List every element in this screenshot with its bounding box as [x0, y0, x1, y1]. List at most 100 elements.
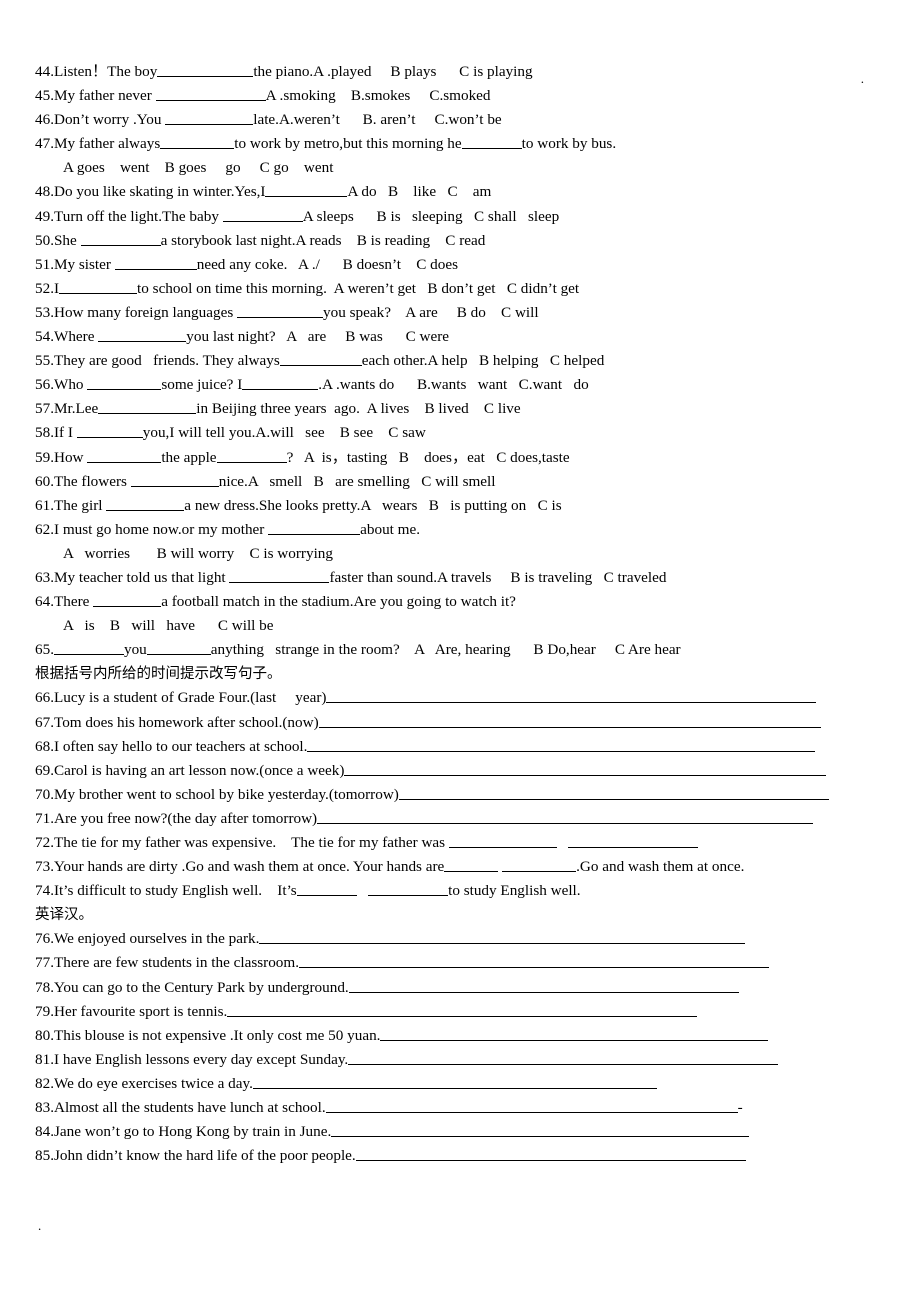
question-text: 85.John didn’t know the hard life of the…	[35, 1147, 356, 1165]
question-text: 67.Tom does his homework after school.(n…	[35, 713, 319, 731]
question-text: 英译汉。	[35, 907, 93, 924]
answer-blank[interactable]	[296, 881, 357, 897]
question-text: 66.Lucy is a student of Grade Four.(last…	[35, 689, 327, 707]
section-heading: 根据括号内所给的时间提示改写句子。	[35, 662, 865, 686]
question-text: 65.	[35, 641, 54, 659]
question-line: 66.Lucy is a student of Grade Four.(last…	[35, 686, 865, 710]
section-heading: 英译汉。	[35, 903, 865, 927]
answer-blank[interactable]	[268, 520, 361, 535]
answer-blank[interactable]	[348, 978, 739, 993]
answer-blank[interactable]	[502, 857, 577, 873]
question-line: 50.She a storybook last night.A reads B …	[35, 229, 865, 253]
answer-blank[interactable]	[229, 568, 330, 583]
answer-blank[interactable]	[448, 833, 557, 848]
answer-blank[interactable]	[216, 448, 287, 463]
answer-blank[interactable]	[461, 134, 522, 150]
question-line: A is B will have C will be	[35, 614, 865, 638]
answer-blank[interactable]	[568, 833, 699, 848]
question-text: need any coke. A ./ B doesn’t C does	[196, 255, 458, 273]
question-line: 70.My brother went to school by bike yes…	[35, 783, 865, 807]
question-line: 47.My father always to work by metro,but …	[35, 132, 865, 156]
question-text: 56.Who	[35, 376, 88, 394]
question-text: a storybook last night.A reads B is read…	[160, 231, 486, 249]
question-text: a new dress.She looks pretty.A wears B i…	[184, 496, 562, 514]
answer-blank[interactable]	[318, 713, 821, 728]
worksheet-content: 44.Listen！The boy the piano.A .played B p…	[35, 60, 865, 1168]
answer-blank[interactable]	[299, 953, 770, 969]
answer-blank[interactable]	[279, 351, 362, 367]
question-text: A is B will have C will be	[63, 617, 274, 635]
question-text: 62.I must go home now.or my mother	[35, 520, 269, 538]
question-line: 56.Who some juice? I .A .wants do B.wants…	[35, 373, 865, 397]
question-line: 57.Mr.Lee in Beijing three years ago. A l…	[35, 397, 865, 421]
question-text: A worries B will worry C is worrying	[63, 544, 333, 562]
question-text: 61.The girl	[35, 496, 107, 514]
answer-blank[interactable]	[157, 62, 254, 77]
question-text: 63.My teacher told us that light	[35, 568, 230, 586]
question-line: 64.There a football match in the stadium…	[35, 590, 865, 614]
question-text: 53.How many foreign languages	[35, 303, 238, 321]
answer-blank[interactable]	[160, 134, 235, 150]
question-text: 64.There	[35, 593, 94, 611]
answer-blank[interactable]	[348, 1050, 779, 1065]
answer-blank[interactable]	[326, 688, 817, 704]
question-line: A goes went B goes go C go went	[35, 156, 865, 180]
answer-blank[interactable]	[252, 1074, 657, 1089]
question-text: about me.	[360, 520, 421, 538]
question-line: 65. you anything strange in the room? A Ar…	[35, 638, 865, 662]
answer-blank[interactable]	[242, 375, 319, 391]
question-line: 58.If I you,I will tell you.A.will see B…	[35, 421, 865, 445]
answer-blank[interactable]	[165, 110, 254, 126]
question-text: you	[123, 641, 147, 659]
question-text: to school on time this morning. A weren’…	[137, 279, 580, 297]
answer-blank[interactable]	[355, 1146, 746, 1162]
question-text: 48.Do you like skating in winter.Yes,I	[35, 183, 266, 201]
answer-blank[interactable]	[98, 327, 187, 343]
question-text: 79.Her favourite sport is tennis.	[35, 1002, 228, 1020]
question-text: 49.Turn off the light.The baby	[35, 207, 223, 225]
answer-blank[interactable]	[237, 303, 324, 318]
answer-blank[interactable]	[93, 592, 162, 608]
answer-blank[interactable]	[259, 929, 746, 945]
answer-blank[interactable]	[325, 1098, 738, 1114]
question-line: 62.I must go home now.or my mother about…	[35, 518, 865, 542]
answer-blank[interactable]	[368, 881, 449, 897]
answer-blank[interactable]	[130, 472, 219, 487]
answer-blank[interactable]	[331, 1122, 750, 1138]
question-text: late.A.weren’t B. aren’t C.won’t be	[253, 111, 502, 129]
answer-blank[interactable]	[87, 375, 162, 391]
question-line: 63.My teacher told us that light faster …	[35, 566, 865, 590]
question-line: 48.Do you like skating in winter.Yes,I A …	[35, 180, 865, 204]
answer-blank[interactable]	[76, 423, 143, 439]
question-line: 85.John didn’t know the hard life of the…	[35, 1144, 865, 1168]
question-text: 74.It’s difficult to study English well.…	[35, 882, 297, 900]
answer-blank[interactable]	[155, 86, 266, 102]
answer-blank[interactable]	[380, 1026, 769, 1041]
answer-blank[interactable]	[106, 496, 185, 511]
question-text: faster than sound.A travels B is traveli…	[329, 568, 667, 586]
question-text: A goes went B goes go C go went	[63, 159, 334, 177]
answer-blank[interactable]	[444, 857, 499, 873]
question-text: 45.My father never	[35, 87, 156, 105]
question-line: 68.I often say hello to our teachers at …	[35, 735, 865, 759]
answer-blank[interactable]	[80, 231, 161, 246]
question-text: 73.Your hands are dirty .Go and wash the…	[35, 858, 445, 876]
answer-blank[interactable]	[398, 785, 829, 800]
answer-blank[interactable]	[53, 640, 124, 656]
question-text: 71.Are you free now?(the day after tomor…	[35, 809, 318, 827]
question-text	[357, 882, 368, 899]
answer-blank[interactable]	[265, 182, 348, 198]
answer-blank[interactable]	[317, 809, 814, 824]
answer-blank[interactable]	[87, 448, 162, 463]
answer-blank[interactable]	[307, 737, 816, 752]
answer-blank[interactable]	[222, 207, 303, 222]
answer-blank[interactable]	[114, 255, 197, 270]
question-line: 79.Her favourite sport is tennis.	[35, 1000, 865, 1024]
answer-blank[interactable]	[344, 761, 827, 776]
answer-blank[interactable]	[227, 1002, 698, 1017]
answer-blank[interactable]	[59, 279, 138, 294]
answer-blank[interactable]	[98, 399, 197, 415]
question-line: 84.Jane won’t go to Hong Kong by train i…	[35, 1120, 865, 1144]
question-line: 77.There are few students in the classro…	[35, 951, 865, 975]
answer-blank[interactable]	[146, 640, 211, 656]
